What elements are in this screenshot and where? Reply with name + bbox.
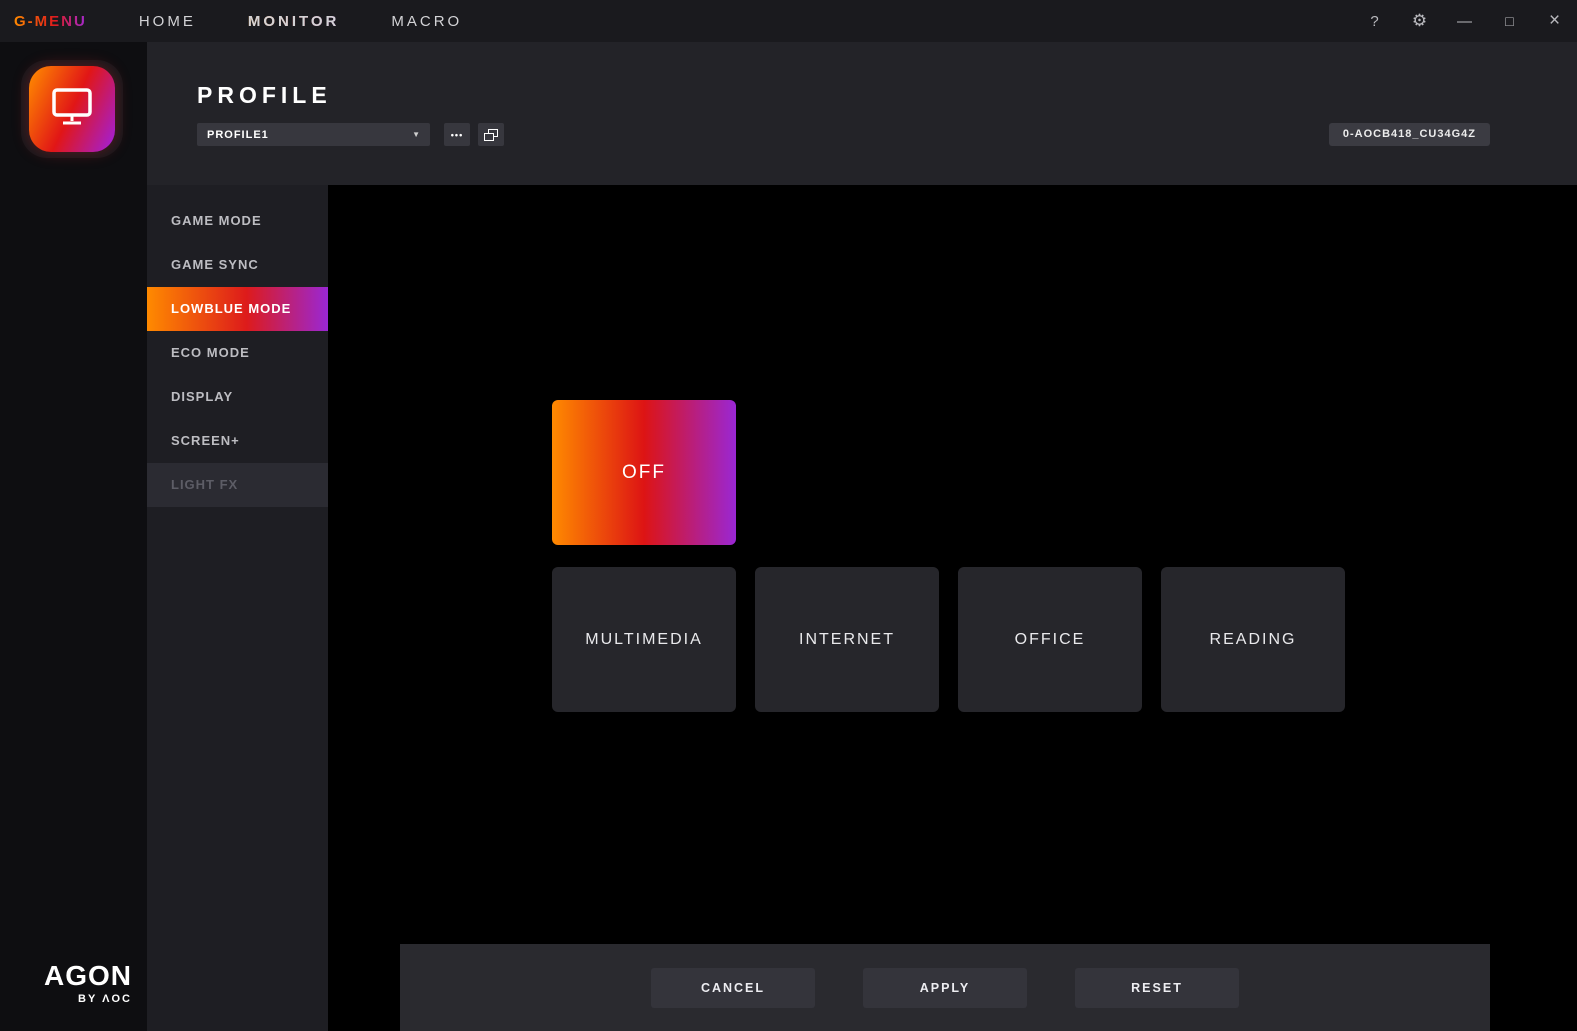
- window-controls: ? ⚙ — □ ×: [1352, 0, 1577, 42]
- action-bar: CANCEL APPLY RESET: [400, 944, 1490, 1031]
- by-aoc-logo: BY ΛOC: [44, 993, 132, 1005]
- apply-button[interactable]: APPLY: [863, 968, 1027, 1008]
- profile-dropdown[interactable]: PROFILE1 ▼: [197, 123, 430, 146]
- copy-icon: [484, 129, 498, 141]
- profile-header: PROFILE PROFILE1 ▼ ••• 0-AOCB418_CU34G4Z: [147, 42, 1577, 185]
- agon-logo: AGON: [44, 962, 132, 990]
- reset-button[interactable]: RESET: [1075, 968, 1239, 1008]
- close-icon[interactable]: ×: [1532, 0, 1577, 42]
- maximize-icon[interactable]: □: [1487, 0, 1532, 42]
- ellipsis-icon: •••: [451, 130, 463, 140]
- monitor-app-icon[interactable]: [29, 66, 115, 152]
- minimize-icon[interactable]: —: [1442, 0, 1487, 42]
- app-icon-frame: [21, 60, 123, 158]
- tab-monitor[interactable]: MONITOR: [248, 13, 340, 30]
- subnav-item-eco-mode[interactable]: ECO MODE: [147, 331, 328, 375]
- mode-tile-multimedia[interactable]: MULTIMEDIA: [552, 567, 736, 712]
- profile-dropdown-value: PROFILE1: [207, 129, 269, 141]
- mode-tile-office[interactable]: OFFICE: [958, 567, 1142, 712]
- monitor-icon: [48, 85, 96, 134]
- cancel-button[interactable]: CANCEL: [651, 968, 815, 1008]
- subnav-item-light-fx[interactable]: LIGHT FX: [147, 463, 328, 507]
- subnav-item-game-mode[interactable]: GAME MODE: [147, 199, 328, 243]
- tab-macro[interactable]: MACRO: [391, 13, 462, 30]
- brand-footer: AGON BY ΛOC: [44, 962, 132, 1005]
- help-icon[interactable]: ?: [1352, 0, 1397, 42]
- profile-more-button[interactable]: •••: [444, 123, 470, 146]
- monitor-subnav: GAME MODE GAME SYNC LOWBLUE MODE ECO MOD…: [147, 185, 328, 1031]
- subnav-item-game-sync[interactable]: GAME SYNC: [147, 243, 328, 287]
- mode-tile-off[interactable]: OFF: [552, 400, 736, 545]
- sidebar: AGON BY ΛOC: [0, 42, 147, 1031]
- profile-copy-button[interactable]: [478, 123, 504, 146]
- mode-tile-internet[interactable]: INTERNET: [755, 567, 939, 712]
- subnav-item-lowblue-mode[interactable]: LOWBLUE MODE: [147, 287, 328, 331]
- tab-home[interactable]: HOME: [139, 13, 196, 30]
- profile-controls: PROFILE1 ▼ •••: [197, 123, 504, 146]
- device-id-badge: 0-AOCB418_CU34G4Z: [1329, 123, 1490, 146]
- title-bar: G-MENU HOME MONITOR MACRO ? ⚙ — □ ×: [0, 0, 1577, 42]
- page-title: PROFILE: [197, 82, 332, 109]
- subnav-item-screen-plus[interactable]: SCREEN+: [147, 419, 328, 463]
- subnav-item-display[interactable]: DISPLAY: [147, 375, 328, 419]
- chevron-down-icon: ▼: [412, 130, 420, 139]
- app-logo: G-MENU: [14, 13, 87, 30]
- mode-tile-reading[interactable]: READING: [1161, 567, 1345, 712]
- lowblue-mode-panel: OFF MULTIMEDIA INTERNET OFFICE READING C…: [328, 185, 1577, 1031]
- gear-icon[interactable]: ⚙: [1397, 0, 1442, 42]
